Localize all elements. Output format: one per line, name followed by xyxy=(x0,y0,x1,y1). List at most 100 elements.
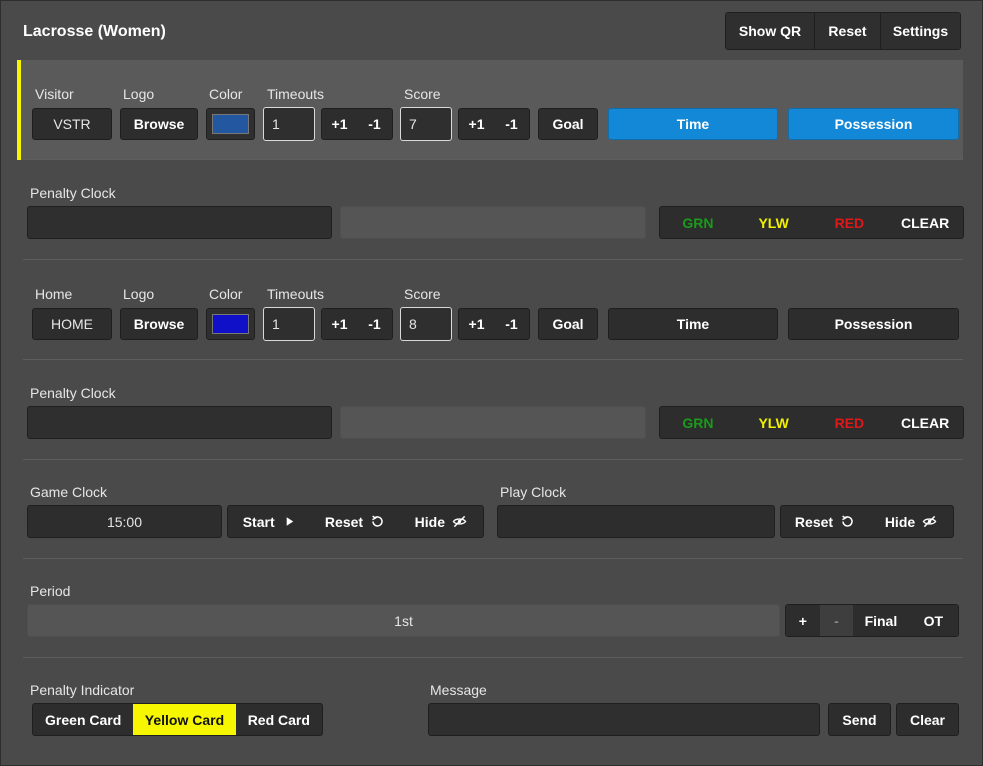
visitor-label: Visitor xyxy=(35,86,74,102)
divider xyxy=(23,657,963,658)
visitor-penalty-card-buttons: GRN YLW RED CLEAR xyxy=(659,206,964,239)
visitor-penalty-grn-button[interactable]: GRN xyxy=(660,207,736,238)
period-minus-button[interactable]: - xyxy=(819,605,854,636)
play-clock-controls: Reset Hide xyxy=(780,505,954,538)
home-timeouts-plus-button[interactable]: +1 xyxy=(322,309,357,339)
red-card-button[interactable]: Red Card xyxy=(236,704,322,735)
green-card-button[interactable]: Green Card xyxy=(33,704,133,735)
visitor-score-stepper: +1 -1 xyxy=(458,108,530,140)
game-clock-hide-button[interactable]: Hide xyxy=(399,506,483,537)
game-clock-reset-label: Reset xyxy=(324,513,364,530)
period-plus-button[interactable]: + xyxy=(786,605,820,636)
play-clock-hide-label: Hide xyxy=(884,513,916,530)
show-qr-button[interactable]: Show QR xyxy=(726,13,814,49)
clear-message-button[interactable]: Clear xyxy=(896,703,959,736)
home-time-button[interactable]: Time xyxy=(608,308,778,340)
scoreboard-panel: Lacrosse (Women) Show QR Reset Settings … xyxy=(0,0,983,766)
visitor-penalty-clock-display xyxy=(340,206,646,239)
yellow-card-button[interactable]: Yellow Card xyxy=(133,704,236,735)
play-clock-label: Play Clock xyxy=(500,484,567,500)
home-timeouts-label: Timeouts xyxy=(267,286,325,302)
visitor-score-plus-button[interactable]: +1 xyxy=(459,109,494,139)
period-display: 1st xyxy=(27,604,780,637)
game-clock-controls: Start Reset Hide xyxy=(227,505,484,538)
eye-off-icon xyxy=(922,515,937,528)
visitor-timeouts-stepper: +1 -1 xyxy=(321,108,393,140)
top-toolbar: Show QR Reset Settings xyxy=(725,12,961,50)
home-logo-browse-button[interactable]: Browse xyxy=(120,308,198,340)
home-penalty-clear-button[interactable]: CLEAR xyxy=(887,407,963,438)
visitor-penalty-red-button[interactable]: RED xyxy=(812,207,888,238)
play-clock-reset-button[interactable]: Reset xyxy=(781,506,869,537)
visitor-penalty-ylw-button[interactable]: YLW xyxy=(736,207,812,238)
visitor-penalty-clock-label: Penalty Clock xyxy=(30,185,116,201)
home-timeouts-input[interactable]: 1 xyxy=(263,307,315,341)
divider xyxy=(23,558,963,559)
play-icon xyxy=(286,517,293,526)
home-label: Home xyxy=(35,286,73,302)
home-score-minus-button[interactable]: -1 xyxy=(494,309,529,339)
period-final-button[interactable]: Final xyxy=(853,605,909,636)
period-label: Period xyxy=(30,583,71,599)
home-color-picker[interactable] xyxy=(206,308,255,340)
reset-all-button[interactable]: Reset xyxy=(814,13,880,49)
home-timeouts-stepper: +1 -1 xyxy=(321,308,393,340)
message-label: Message xyxy=(430,682,487,698)
home-score-label: Score xyxy=(404,286,441,302)
period-ot-button[interactable]: OT xyxy=(908,605,958,636)
period-controls: + - Final OT xyxy=(785,604,959,637)
play-clock-input[interactable] xyxy=(497,505,775,538)
settings-button[interactable]: Settings xyxy=(880,13,960,49)
home-score-input[interactable]: 8 xyxy=(400,307,452,341)
home-name-field[interactable]: HOME xyxy=(32,308,112,340)
home-timeouts-minus-button[interactable]: -1 xyxy=(357,309,392,339)
play-clock-hide-button[interactable]: Hide xyxy=(869,506,953,537)
visitor-color-label: Color xyxy=(209,86,243,102)
divider xyxy=(23,359,963,360)
visitor-timeouts-plus-button[interactable]: +1 xyxy=(322,109,357,139)
visitor-color-swatch xyxy=(212,114,249,134)
visitor-goal-button[interactable]: Goal xyxy=(538,108,598,140)
game-clock-hide-label: Hide xyxy=(414,513,445,530)
visitor-timeouts-label: Timeouts xyxy=(267,86,325,102)
home-penalty-ylw-button[interactable]: YLW xyxy=(736,407,812,438)
send-message-button[interactable]: Send xyxy=(828,703,891,736)
home-color-swatch xyxy=(212,314,249,334)
home-color-label: Color xyxy=(209,286,243,302)
visitor-color-picker[interactable] xyxy=(206,108,255,140)
game-clock-start-button[interactable]: Start xyxy=(228,506,311,537)
home-penalty-grn-button[interactable]: GRN xyxy=(660,407,736,438)
home-score-stepper: +1 -1 xyxy=(458,308,530,340)
visitor-score-input[interactable]: 7 xyxy=(400,107,452,141)
visitor-timeouts-input[interactable]: 1 xyxy=(263,107,315,141)
visitor-possession-button[interactable]: Possession xyxy=(788,108,959,140)
visitor-penalty-clock-input[interactable] xyxy=(27,206,332,239)
home-score-plus-button[interactable]: +1 xyxy=(459,309,494,339)
visitor-score-minus-button[interactable]: -1 xyxy=(494,109,529,139)
divider xyxy=(23,259,963,260)
visitor-name-field[interactable]: VSTR xyxy=(32,108,112,140)
home-logo-label: Logo xyxy=(123,286,155,302)
message-input[interactable] xyxy=(428,703,820,736)
visitor-score-label: Score xyxy=(404,86,441,102)
visitor-logo-browse-button[interactable]: Browse xyxy=(120,108,198,140)
home-possession-button[interactable]: Possession xyxy=(788,308,959,340)
penalty-indicator-label: Penalty Indicator xyxy=(30,682,135,698)
home-penalty-clock-input[interactable] xyxy=(27,406,332,439)
game-clock-start-label: Start xyxy=(242,513,275,530)
play-clock-reset-label: Reset xyxy=(794,513,834,530)
home-penalty-red-button[interactable]: RED xyxy=(812,407,888,438)
reset-icon xyxy=(372,515,383,527)
game-clock-reset-button[interactable]: Reset xyxy=(311,506,398,537)
visitor-penalty-clear-button[interactable]: CLEAR xyxy=(887,207,963,238)
game-clock-input[interactable]: 15:00 xyxy=(27,505,222,538)
reset-icon xyxy=(842,515,853,527)
home-penalty-card-buttons: GRN YLW RED CLEAR xyxy=(659,406,964,439)
home-penalty-clock-display xyxy=(340,406,646,439)
home-goal-button[interactable]: Goal xyxy=(538,308,598,340)
eye-off-icon xyxy=(452,515,467,528)
game-clock-label: Game Clock xyxy=(30,484,108,500)
visitor-logo-label: Logo xyxy=(123,86,155,102)
visitor-time-button[interactable]: Time xyxy=(608,108,778,140)
visitor-timeouts-minus-button[interactable]: -1 xyxy=(357,109,392,139)
